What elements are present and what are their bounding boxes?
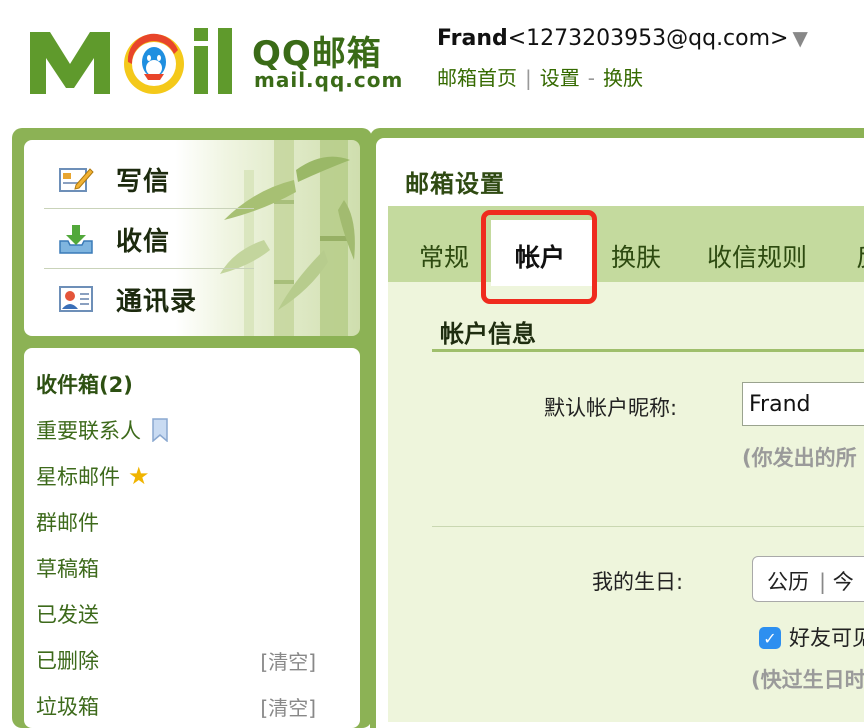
folder-label: 重要联系人 xyxy=(36,419,141,443)
link-separator: | xyxy=(525,66,532,90)
mailbox-home-link[interactable]: 邮箱首页 xyxy=(437,66,517,90)
bookmark-flag-icon xyxy=(152,418,168,442)
tab-highlight-box xyxy=(481,210,597,304)
folder-label: 已删除 xyxy=(36,649,99,673)
calendar-next-option: 今 xyxy=(832,570,854,594)
tab-receive-rules[interactable]: 收信规则 xyxy=(707,238,807,274)
top-links: 邮箱首页 | 设置 - 换肤 xyxy=(437,62,643,91)
folder-important-contacts[interactable]: 重要联系人 xyxy=(36,412,326,448)
compose-icon xyxy=(59,168,94,192)
contacts-card-icon xyxy=(59,286,93,312)
section-rule xyxy=(432,349,864,352)
contacts-button[interactable]: 通讯录 xyxy=(44,270,294,328)
folder-label: 垃圾箱 xyxy=(36,695,99,719)
compose-label: 写信 xyxy=(116,166,171,197)
star-icon: ★ xyxy=(128,462,150,490)
section-title-account-info: 帐户信息 xyxy=(440,320,536,348)
empty-folder-link[interactable]: [清空] xyxy=(260,646,316,675)
account-name: Frand xyxy=(437,26,508,51)
receive-button[interactable]: 收信 xyxy=(44,210,294,268)
birthday-label: 我的生日: xyxy=(592,570,684,594)
folder-label: 星标邮件 xyxy=(36,465,120,489)
contacts-label: 通讯录 xyxy=(116,286,198,317)
action-divider xyxy=(44,208,254,209)
select-separator: | xyxy=(819,570,827,594)
tab-antispam[interactable]: 反 xyxy=(856,238,864,274)
empty-folder-link[interactable]: [清空] xyxy=(260,692,316,721)
folder-group-mail[interactable]: 群邮件 xyxy=(36,504,326,540)
folder-label: 草稿箱 xyxy=(36,557,99,581)
folder-label: 群邮件 xyxy=(36,511,99,535)
folder-inbox[interactable]: 收件箱(2) xyxy=(36,366,326,402)
mail-logo-graphic xyxy=(30,28,232,94)
folder-drafts[interactable]: 草稿箱 xyxy=(36,550,326,586)
link-separator: - xyxy=(587,66,595,90)
folder-spam[interactable]: 垃圾箱 [清空] xyxy=(36,688,326,724)
logo-domain: mail.qq.com xyxy=(254,68,404,92)
folder-deleted[interactable]: 已删除 [清空] xyxy=(36,642,326,678)
compose-button[interactable]: 写信 xyxy=(44,150,294,208)
dropdown-caret-icon[interactable]: ▼ xyxy=(792,26,807,50)
nickname-hint: (你发出的所 xyxy=(742,446,857,470)
friends-visible-checkbox[interactable]: ✓ xyxy=(759,627,781,649)
folder-starred[interactable]: 星标邮件 ★ xyxy=(36,458,326,494)
settings-link[interactable]: 设置 xyxy=(540,66,580,90)
folder-label: 已发送 xyxy=(36,603,99,627)
birthday-hint: (快过生日时 xyxy=(751,668,864,692)
account-switcher[interactable]: Frand<1273203953@qq.com> ▼ xyxy=(437,26,808,51)
skin-link[interactable]: 换肤 xyxy=(603,66,643,90)
quick-actions-panel: 写信 收信 通讯录 xyxy=(24,140,360,336)
nickname-label: 默认帐户昵称: xyxy=(544,396,678,420)
receive-label: 收信 xyxy=(116,226,171,257)
folder-sent[interactable]: 已发送 xyxy=(36,596,326,632)
calendar-type-value: 公历 xyxy=(767,570,809,594)
inbox-download-icon xyxy=(59,225,93,254)
settings-title: 邮箱设置 xyxy=(405,170,505,198)
folder-label: 收件箱(2) xyxy=(36,373,133,397)
account-email: <1273203953@qq.com> xyxy=(507,26,789,51)
friends-visible-label: 好友可见 xyxy=(789,626,864,650)
action-divider xyxy=(44,268,254,269)
nickname-input[interactable] xyxy=(742,382,864,426)
calendar-type-select[interactable]: 公历 | 今 xyxy=(752,556,864,602)
tab-skin[interactable]: 换肤 xyxy=(611,238,661,274)
section-divider xyxy=(432,526,864,527)
tab-general[interactable]: 常规 xyxy=(419,238,469,274)
